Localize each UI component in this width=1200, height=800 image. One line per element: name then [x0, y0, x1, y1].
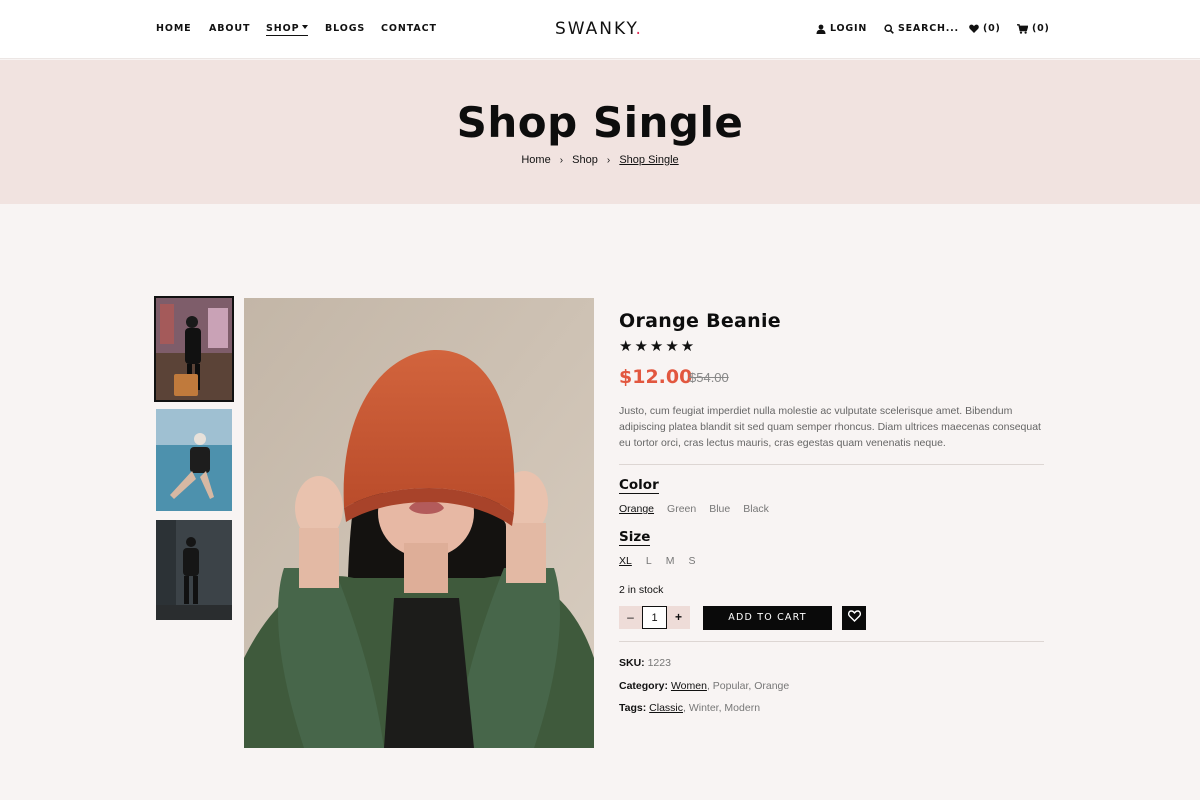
product-tags: Tags: Classic, Winter, Modern: [619, 702, 760, 714]
product-sku: SKU: 1223: [619, 657, 671, 669]
nav-home[interactable]: HOME: [156, 23, 192, 34]
color-option-green[interactable]: Green: [667, 503, 696, 515]
tags-label: Tags:: [619, 702, 647, 714]
thumbnail-3[interactable]: [156, 520, 232, 620]
breadcrumb-home[interactable]: Home: [521, 154, 550, 166]
thumbnail-3-image: [156, 520, 232, 620]
tags-rest: , Winter, Modern: [683, 702, 761, 714]
breadcrumb: Home › Shop › Shop Single: [0, 154, 1200, 166]
color-option-black[interactable]: Black: [743, 503, 769, 515]
color-option-orange[interactable]: Orange: [619, 503, 654, 515]
quantity-increase-button[interactable]: +: [667, 606, 690, 629]
page-hero: Shop Single Home › Shop › Shop Single: [0, 60, 1200, 204]
thumbnail-2[interactable]: [156, 409, 232, 511]
breadcrumb-shop[interactable]: Shop: [572, 154, 598, 166]
cart-icon: [1017, 23, 1028, 34]
caret-down-icon: [302, 25, 309, 29]
breadcrumb-current[interactable]: Shop Single: [619, 154, 678, 166]
tag-link-classic[interactable]: Classic: [649, 702, 683, 714]
product-category: Category: Women, Popular, Orange: [619, 680, 789, 692]
product-old-price: $54.00: [689, 370, 729, 385]
add-to-wishlist-button[interactable]: [842, 606, 866, 630]
nav-shop-label: SHOP: [266, 23, 300, 34]
search-label: SEARCH...: [898, 23, 959, 34]
rating-stars: ★★★★★: [619, 338, 697, 355]
sku-value: 1223: [647, 657, 671, 669]
cart-link[interactable]: (0): [1017, 23, 1050, 34]
thumbnail-2-image: [156, 409, 232, 511]
chevron-right-icon: ›: [606, 155, 611, 166]
color-options: Orange Green Blue Black: [619, 503, 769, 515]
size-options: XL L M S: [619, 555, 695, 567]
thumbnail-1[interactable]: [154, 296, 234, 402]
login-label: LOGIN: [830, 23, 868, 34]
quantity-decrease-button[interactable]: –: [619, 606, 642, 629]
wishlist-link[interactable]: (0): [969, 23, 1001, 34]
search-icon: [884, 23, 894, 34]
logo-text: SWANKY: [555, 19, 636, 39]
size-option-xl[interactable]: XL: [619, 555, 632, 567]
category-label: Category:: [619, 680, 669, 692]
color-heading: Color: [619, 477, 659, 494]
divider: [619, 464, 1044, 465]
color-option-blue[interactable]: Blue: [709, 503, 730, 515]
heart-icon: [969, 24, 979, 33]
wishlist-count: (0): [983, 23, 1001, 34]
size-option-m[interactable]: M: [666, 555, 675, 567]
login-link[interactable]: LOGIN: [816, 23, 867, 34]
category-rest: , Popular, Orange: [706, 680, 790, 692]
product-main-image[interactable]: [244, 298, 594, 748]
sku-label: SKU:: [619, 657, 645, 669]
add-to-cart-button[interactable]: ADD TO CART: [703, 606, 832, 630]
divider: [619, 641, 1044, 642]
nav-shop[interactable]: SHOP: [266, 23, 309, 36]
size-option-l[interactable]: L: [646, 555, 652, 567]
nav-blogs[interactable]: BLOGS: [325, 23, 365, 34]
thumbnail-1-image: [156, 298, 232, 400]
heart-outline-icon: [847, 609, 861, 627]
product-description: Justo, cum feugiat imperdiet nulla moles…: [619, 405, 1041, 450]
page-title: Shop Single: [456, 98, 744, 147]
quantity-input[interactable]: [642, 606, 667, 629]
nav-about[interactable]: ABOUT: [209, 23, 250, 34]
site-logo[interactable]: SWANKY.: [555, 19, 643, 39]
site-header: HOME ABOUT SHOP BLOGS CONTACT SWANKY. LO…: [0, 0, 1200, 59]
logo-dot: .: [635, 19, 643, 39]
size-heading: Size: [619, 529, 651, 546]
category-link-women[interactable]: Women: [671, 680, 707, 692]
stock-status: 2 in stock: [619, 584, 664, 596]
chevron-right-icon: ›: [559, 155, 564, 166]
product-photo: [244, 298, 594, 748]
product-title: Orange Beanie: [619, 310, 781, 332]
nav-contact[interactable]: CONTACT: [381, 23, 437, 34]
user-icon: [816, 24, 826, 34]
product-price: $12.00: [619, 366, 693, 388]
size-option-s[interactable]: S: [688, 555, 695, 567]
search-link[interactable]: SEARCH...: [884, 23, 959, 34]
cart-count: (0): [1032, 23, 1050, 34]
